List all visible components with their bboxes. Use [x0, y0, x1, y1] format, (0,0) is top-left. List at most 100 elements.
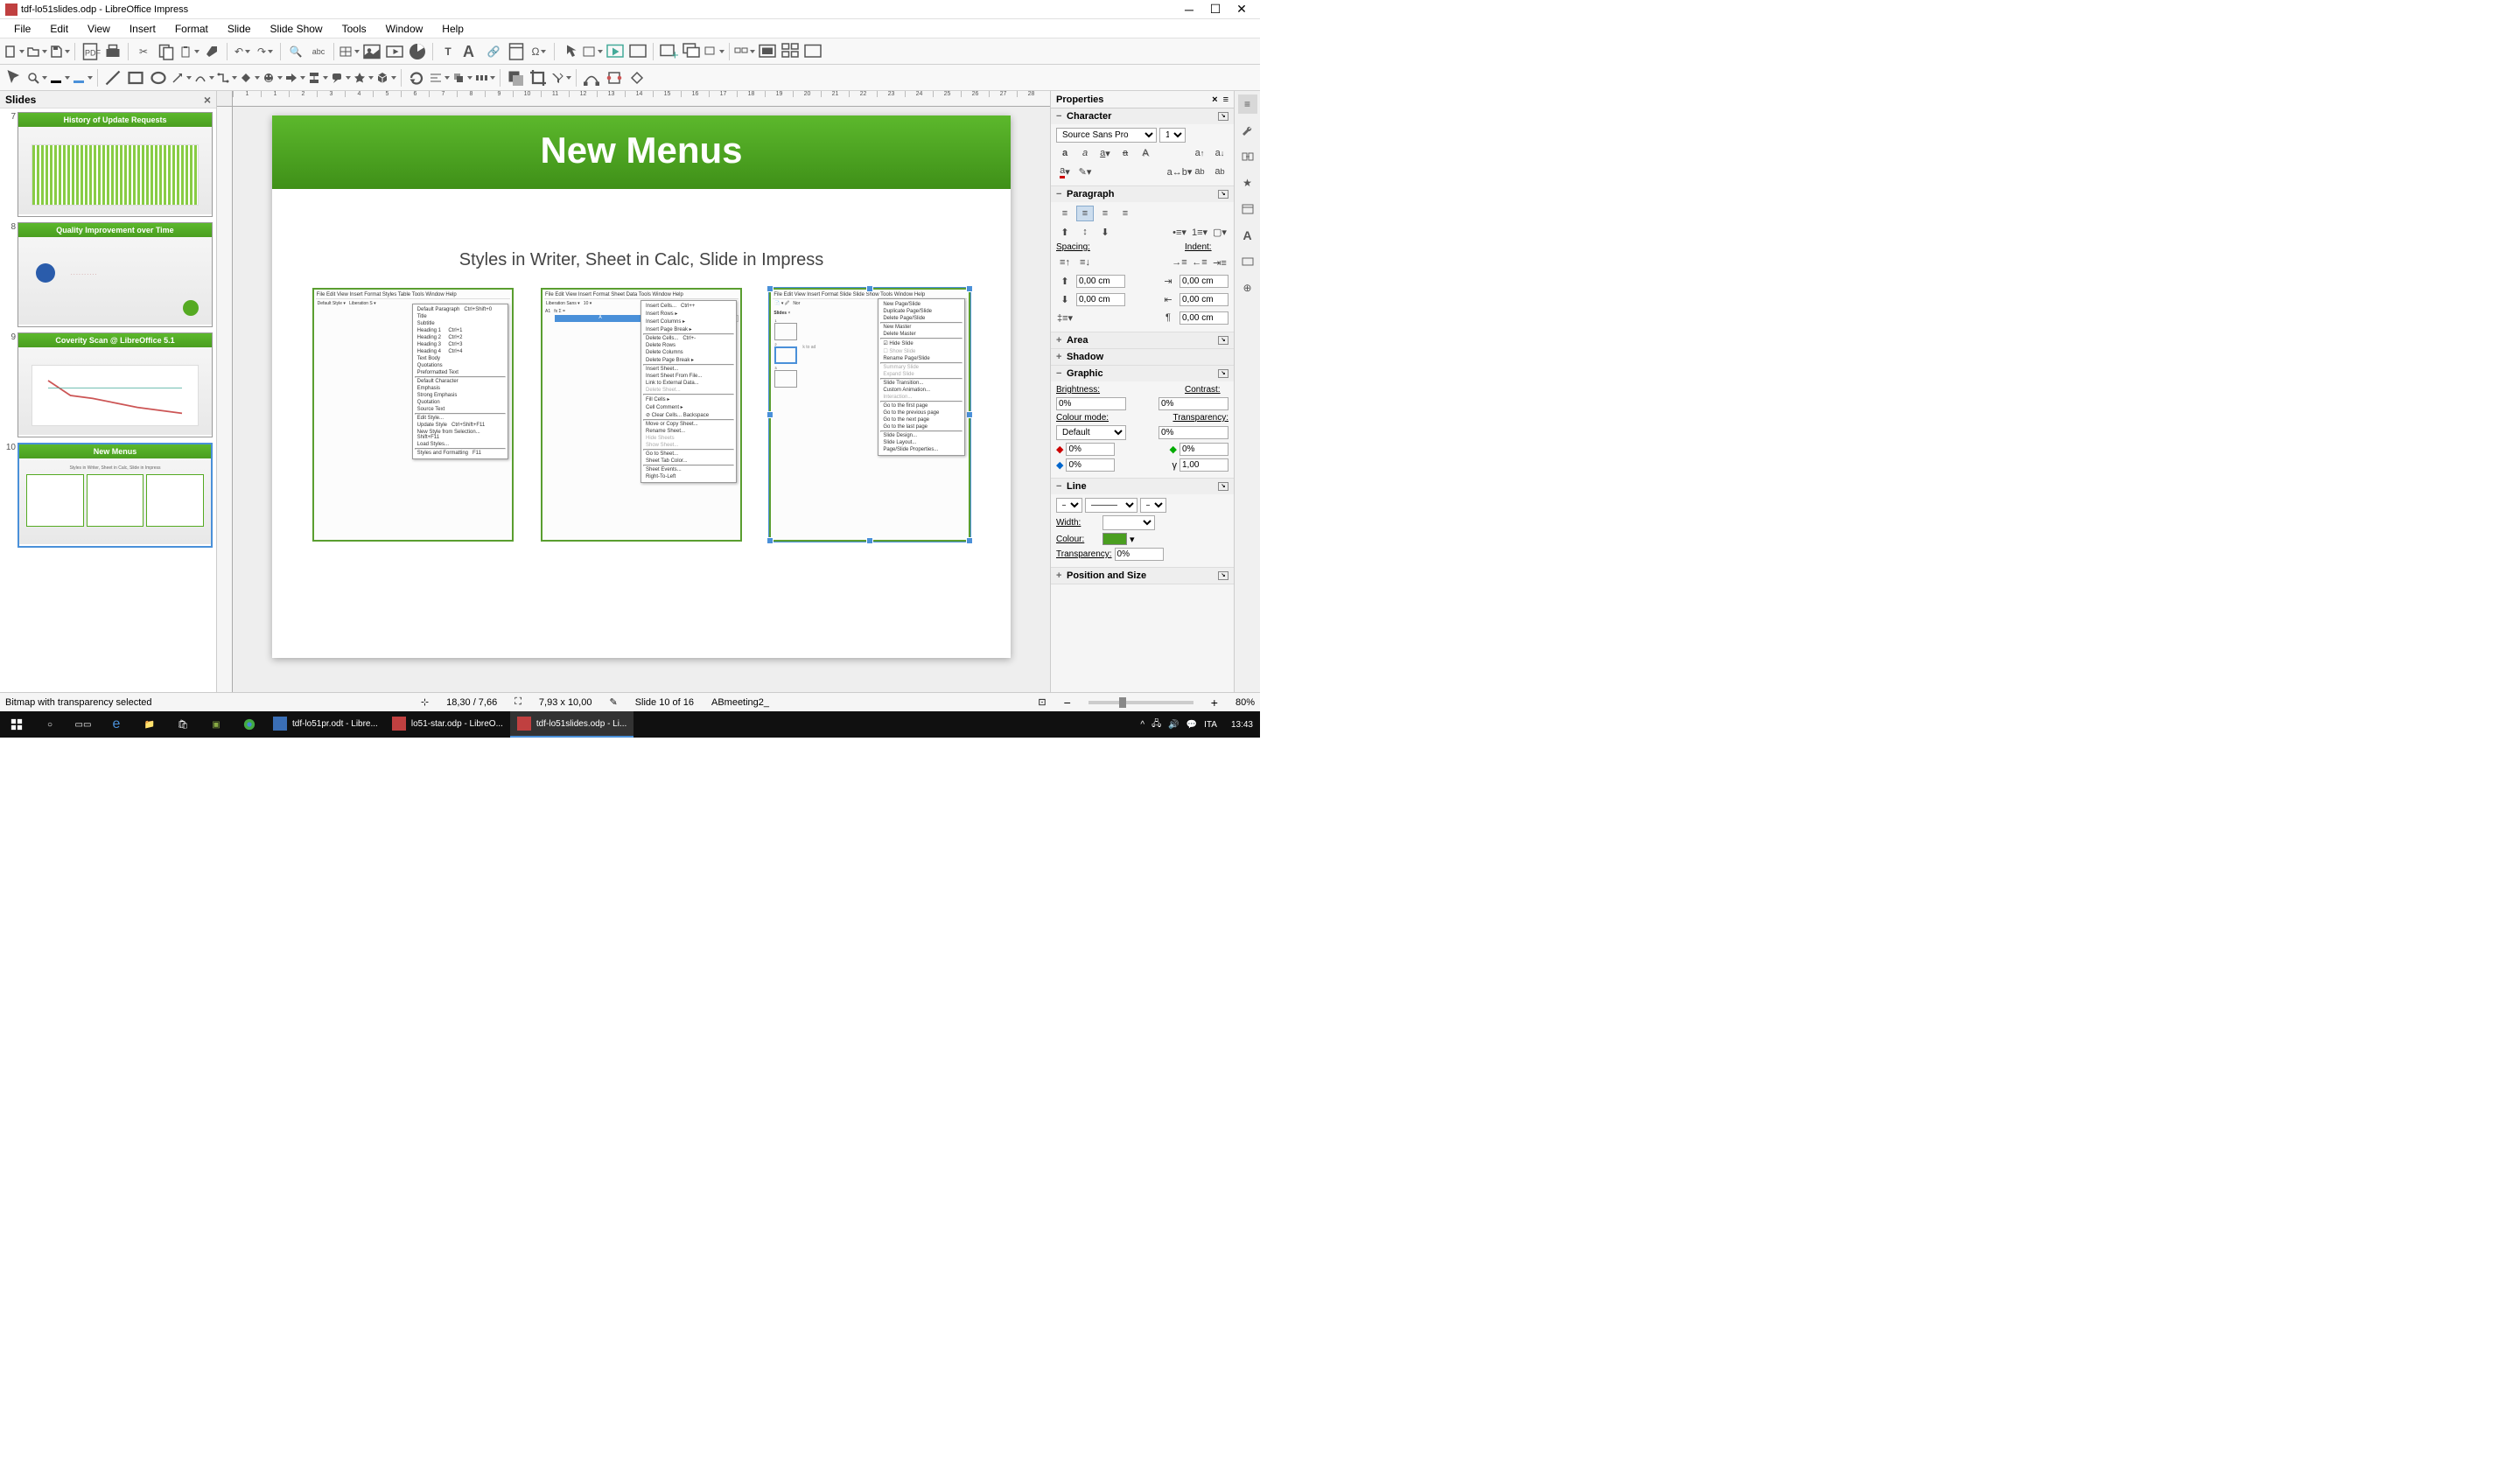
transitions-tab[interactable]	[1238, 147, 1257, 166]
slide-sorter-button[interactable]	[780, 41, 801, 62]
superscript-button[interactable]: ab	[1191, 164, 1208, 179]
explorer-icon[interactable]: 📁	[133, 711, 166, 738]
line-style-select[interactable]: ———	[1085, 498, 1138, 513]
animation-tab[interactable]: ★	[1238, 173, 1257, 192]
image-button[interactable]	[361, 41, 382, 62]
task-impress2[interactable]: tdf-lo51slides.odp - Li...	[510, 711, 634, 738]
display-views-button[interactable]	[734, 41, 755, 62]
hyperlink-button[interactable]: 🔗	[483, 41, 504, 62]
menu-slide[interactable]: Slide	[219, 21, 260, 37]
curves-tool[interactable]	[193, 67, 214, 88]
filter-button[interactable]	[550, 67, 571, 88]
arrow-start-select[interactable]: —	[1056, 498, 1082, 513]
arrow-end-select[interactable]: —	[1140, 498, 1166, 513]
task-impress1[interactable]: lo51-star.odp - LibreO...	[385, 711, 510, 738]
line-tool[interactable]	[102, 67, 123, 88]
start-button[interactable]	[0, 711, 33, 738]
red-input[interactable]	[1066, 443, 1115, 456]
open-button[interactable]	[26, 41, 47, 62]
line-width-select[interactable]	[1102, 515, 1155, 530]
dec-spacing-button[interactable]: ≡↓	[1076, 255, 1094, 270]
impress-screenshot[interactable]: File Edit View Insert Format Slide Slide…	[769, 288, 970, 542]
line-colour-swatch[interactable]	[1102, 533, 1127, 545]
align-right-button[interactable]: ≡	[1096, 206, 1114, 221]
print-button[interactable]	[102, 41, 123, 62]
table-button[interactable]	[339, 41, 360, 62]
edge-icon[interactable]: e	[100, 711, 133, 738]
paragraph-more-icon[interactable]: ↘	[1218, 190, 1228, 199]
status-slide-info[interactable]: Slide 10 of 16	[635, 697, 694, 708]
subscript-button[interactable]: ab	[1211, 164, 1228, 179]
slides-panel-close[interactable]: ×	[204, 93, 211, 107]
points-button[interactable]	[581, 67, 602, 88]
space-above-input[interactable]	[1076, 275, 1125, 288]
menu-insert[interactable]: Insert	[121, 21, 164, 37]
line-transparency-input[interactable]	[1115, 548, 1164, 561]
align-left-button[interactable]: ≡	[1056, 206, 1074, 221]
increase-font-button[interactable]: a↑	[1191, 145, 1208, 161]
select-tool[interactable]	[4, 67, 24, 88]
new-button[interactable]	[4, 41, 24, 62]
cut-button[interactable]: ✂	[133, 41, 154, 62]
font-size-select[interactable]: 18	[1159, 128, 1186, 143]
bullets-button[interactable]: •≡▾	[1171, 224, 1188, 240]
navigator-tab[interactable]: ⊕	[1238, 278, 1257, 297]
tray-network-icon[interactable]: 🖧	[1152, 717, 1161, 732]
lines-arrows-tool[interactable]	[171, 67, 192, 88]
inc-spacing-button[interactable]: ≡↑	[1056, 255, 1074, 270]
fill-color-button[interactable]	[72, 67, 93, 88]
menu-tools[interactable]: Tools	[333, 21, 375, 37]
close-button[interactable]: ✕	[1228, 2, 1255, 17]
status-zoom[interactable]: 80%	[1236, 697, 1255, 708]
new-slide-button[interactable]: +	[658, 41, 679, 62]
start-first-button[interactable]	[605, 41, 626, 62]
contrast-input[interactable]	[1158, 397, 1228, 410]
menu-edit[interactable]: Edit	[41, 21, 77, 37]
zoom-slider[interactable]	[1088, 701, 1194, 704]
properties-tab[interactable]: ≡	[1238, 94, 1257, 114]
task-writer[interactable]: tdf-lo51pr.odt - Libre...	[266, 711, 385, 738]
basic-shapes-tool[interactable]	[239, 67, 260, 88]
colour-mode-select[interactable]: Default	[1056, 425, 1126, 440]
store-icon[interactable]: 🛍	[166, 711, 200, 738]
tray-up-icon[interactable]: ^	[1140, 720, 1144, 730]
align-center-button[interactable]: ≡	[1076, 206, 1094, 221]
taskbar-clock[interactable]: 13:43	[1224, 720, 1260, 730]
menu-format[interactable]: Format	[166, 21, 217, 37]
menu-help[interactable]: Help	[433, 21, 472, 37]
char-spacing-button[interactable]: a↔b▾	[1171, 164, 1188, 179]
writer-screenshot[interactable]: File Edit View Insert Format Styles Tabl…	[312, 288, 514, 542]
indent-after-input[interactable]	[1180, 293, 1228, 306]
underline-button[interactable]: a▾	[1096, 145, 1114, 161]
spellcheck-button[interactable]: abc	[308, 41, 329, 62]
calc-screenshot[interactable]: File Edit View Insert Format Sheet Data …	[541, 288, 742, 542]
vert-bottom-button[interactable]: ⬇	[1096, 224, 1114, 240]
brightness-input[interactable]	[1056, 397, 1126, 410]
space-below-input[interactable]	[1076, 293, 1125, 306]
slide-layout-button[interactable]	[582, 41, 603, 62]
ellipse-tool[interactable]	[148, 67, 169, 88]
line-spacing-button[interactable]: ‡≡▾	[1056, 310, 1074, 325]
fit-page-button[interactable]: ⊡	[1038, 696, 1046, 708]
shadow-toggle[interactable]	[505, 67, 526, 88]
taskview-button[interactable]: ▭▭	[66, 711, 100, 738]
line-color-button[interactable]	[49, 67, 70, 88]
redo-button[interactable]: ↷	[255, 41, 276, 62]
fontwork-button[interactable]: A	[460, 41, 481, 62]
indent-before-input[interactable]	[1180, 275, 1228, 288]
connectors-tool[interactable]	[216, 67, 237, 88]
crop-button[interactable]	[528, 67, 549, 88]
shadow-text-button[interactable]: A	[1137, 145, 1154, 161]
symbol-shapes-tool[interactable]	[262, 67, 283, 88]
green-input[interactable]	[1180, 443, 1228, 456]
menu-window[interactable]: Window	[377, 21, 432, 37]
graphic-transparency-input[interactable]	[1158, 426, 1228, 439]
maximize-button[interactable]: ☐	[1202, 2, 1228, 17]
properties-close-icon[interactable]: ×	[1212, 94, 1217, 105]
duplicate-slide-button[interactable]	[681, 41, 702, 62]
styles-tab[interactable]: A	[1238, 226, 1257, 245]
slides-list[interactable]: 7 History of Update Requests 8 Quality I…	[0, 108, 216, 692]
extrusion-button[interactable]	[626, 67, 648, 88]
interaction-button[interactable]	[559, 41, 580, 62]
slide-thumb-10[interactable]: 10 New Menus Styles in Writer, Sheet in …	[4, 443, 213, 548]
